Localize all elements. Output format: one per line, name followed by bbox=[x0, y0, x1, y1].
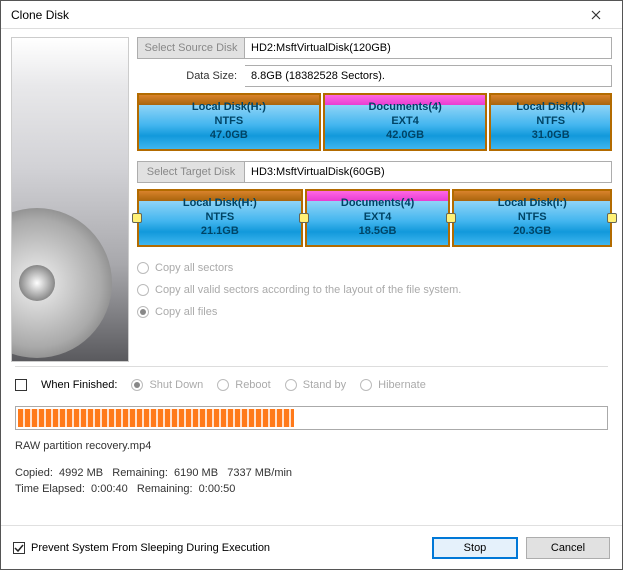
resize-handle[interactable] bbox=[446, 213, 456, 223]
resize-handle[interactable] bbox=[299, 213, 309, 223]
finish-shutdown-option: Shut Down bbox=[131, 374, 203, 396]
partition-fs: NTFS bbox=[183, 211, 257, 225]
partition-name: Local Disk(H:) bbox=[183, 197, 257, 211]
partition-size: 18.5GB bbox=[341, 225, 414, 239]
partition-size: 31.0GB bbox=[516, 129, 585, 143]
radio-icon bbox=[131, 379, 143, 391]
option-label: Shut Down bbox=[149, 379, 203, 391]
stats-line-1: Copied: 4992 MB Remaining: 6190 MB 7337 … bbox=[15, 465, 608, 482]
partition-name: Documents(4) bbox=[341, 197, 414, 211]
partition-fs: NTFS bbox=[498, 211, 567, 225]
source-disk-field: HD2:MsftVirtualDisk(120GB) bbox=[245, 37, 612, 59]
radio-icon bbox=[360, 379, 372, 391]
partition[interactable]: Local Disk(H:)NTFS21.1GB bbox=[137, 189, 303, 247]
finish-standby-option: Stand by bbox=[285, 374, 346, 396]
radio-icon bbox=[137, 306, 149, 318]
partition: Documents(4)EXT442.0GB bbox=[323, 93, 488, 151]
radio-icon bbox=[217, 379, 229, 391]
option-label: Stand by bbox=[303, 379, 346, 391]
partition-fs: NTFS bbox=[516, 115, 585, 129]
partition: Local Disk(I:)NTFS31.0GB bbox=[489, 93, 612, 151]
partition[interactable]: Documents(4)EXT418.5GB bbox=[305, 189, 451, 247]
radio-icon bbox=[137, 284, 149, 296]
copy-valid-sectors-option: Copy all valid sectors according to the … bbox=[137, 279, 612, 301]
target-disk-field: HD3:MsftVirtualDisk(60GB) bbox=[245, 161, 612, 183]
select-target-disk-button[interactable]: Select Target Disk bbox=[137, 161, 245, 183]
target-disk-bar[interactable]: Local Disk(H:)NTFS21.1GBDocuments(4)EXT4… bbox=[137, 189, 612, 247]
check-icon bbox=[14, 543, 24, 553]
partition-size: 21.1GB bbox=[183, 225, 257, 239]
prevent-sleep-checkbox[interactable] bbox=[13, 542, 25, 554]
when-finished-checkbox[interactable] bbox=[15, 379, 27, 391]
window-title: Clone Disk bbox=[11, 8, 69, 22]
option-label: Reboot bbox=[235, 379, 270, 391]
partition-size: 47.0GB bbox=[192, 129, 266, 143]
resize-handle[interactable] bbox=[607, 213, 617, 223]
close-button[interactable] bbox=[578, 4, 614, 26]
finish-reboot-option: Reboot bbox=[217, 374, 270, 396]
source-disk-bar: Local Disk(H:)NTFS47.0GBDocuments(4)EXT4… bbox=[137, 93, 612, 151]
when-finished-label: When Finished: bbox=[41, 379, 117, 391]
partition-name: Local Disk(I:) bbox=[498, 197, 567, 211]
option-label: Copy all files bbox=[155, 306, 217, 318]
current-file: RAW partition recovery.mp4 bbox=[15, 438, 608, 455]
finish-hibernate-option: Hibernate bbox=[360, 374, 426, 396]
partition-fs: EXT4 bbox=[368, 115, 441, 129]
copy-all-sectors-option: Copy all sectors bbox=[137, 257, 612, 279]
partition-size: 20.3GB bbox=[498, 225, 567, 239]
resize-handle[interactable] bbox=[132, 213, 142, 223]
partition-name: Documents(4) bbox=[368, 101, 441, 115]
partition-name: Local Disk(H:) bbox=[192, 101, 266, 115]
stats-line-2: Time Elapsed: 0:00:40 Remaining: 0:00:50 bbox=[15, 481, 608, 498]
select-source-disk-button[interactable]: Select Source Disk bbox=[137, 37, 245, 59]
data-size-label: Data Size: bbox=[137, 70, 245, 82]
option-label: Copy all sectors bbox=[155, 262, 233, 274]
partition: Local Disk(H:)NTFS47.0GB bbox=[137, 93, 321, 151]
brand-illustration: DISKGENIUS bbox=[11, 37, 129, 362]
option-label: Hibernate bbox=[378, 379, 426, 391]
prevent-sleep-label: Prevent System From Sleeping During Exec… bbox=[31, 542, 270, 554]
close-icon bbox=[591, 10, 601, 20]
option-label: Copy all valid sectors according to the … bbox=[155, 284, 461, 296]
radio-icon bbox=[137, 262, 149, 274]
partition-size: 42.0GB bbox=[368, 129, 441, 143]
stop-button[interactable]: Stop bbox=[432, 537, 518, 559]
radio-icon bbox=[285, 379, 297, 391]
copy-all-files-option: Copy all files bbox=[137, 301, 612, 323]
cancel-button[interactable]: Cancel bbox=[526, 537, 610, 559]
partition-name: Local Disk(I:) bbox=[516, 101, 585, 115]
partition-fs: NTFS bbox=[192, 115, 266, 129]
data-size-field: 8.8GB (18382528 Sectors). bbox=[245, 65, 612, 87]
progress-bar bbox=[15, 406, 608, 430]
partition-fs: EXT4 bbox=[341, 211, 414, 225]
partition[interactable]: Local Disk(I:)NTFS20.3GB bbox=[452, 189, 612, 247]
